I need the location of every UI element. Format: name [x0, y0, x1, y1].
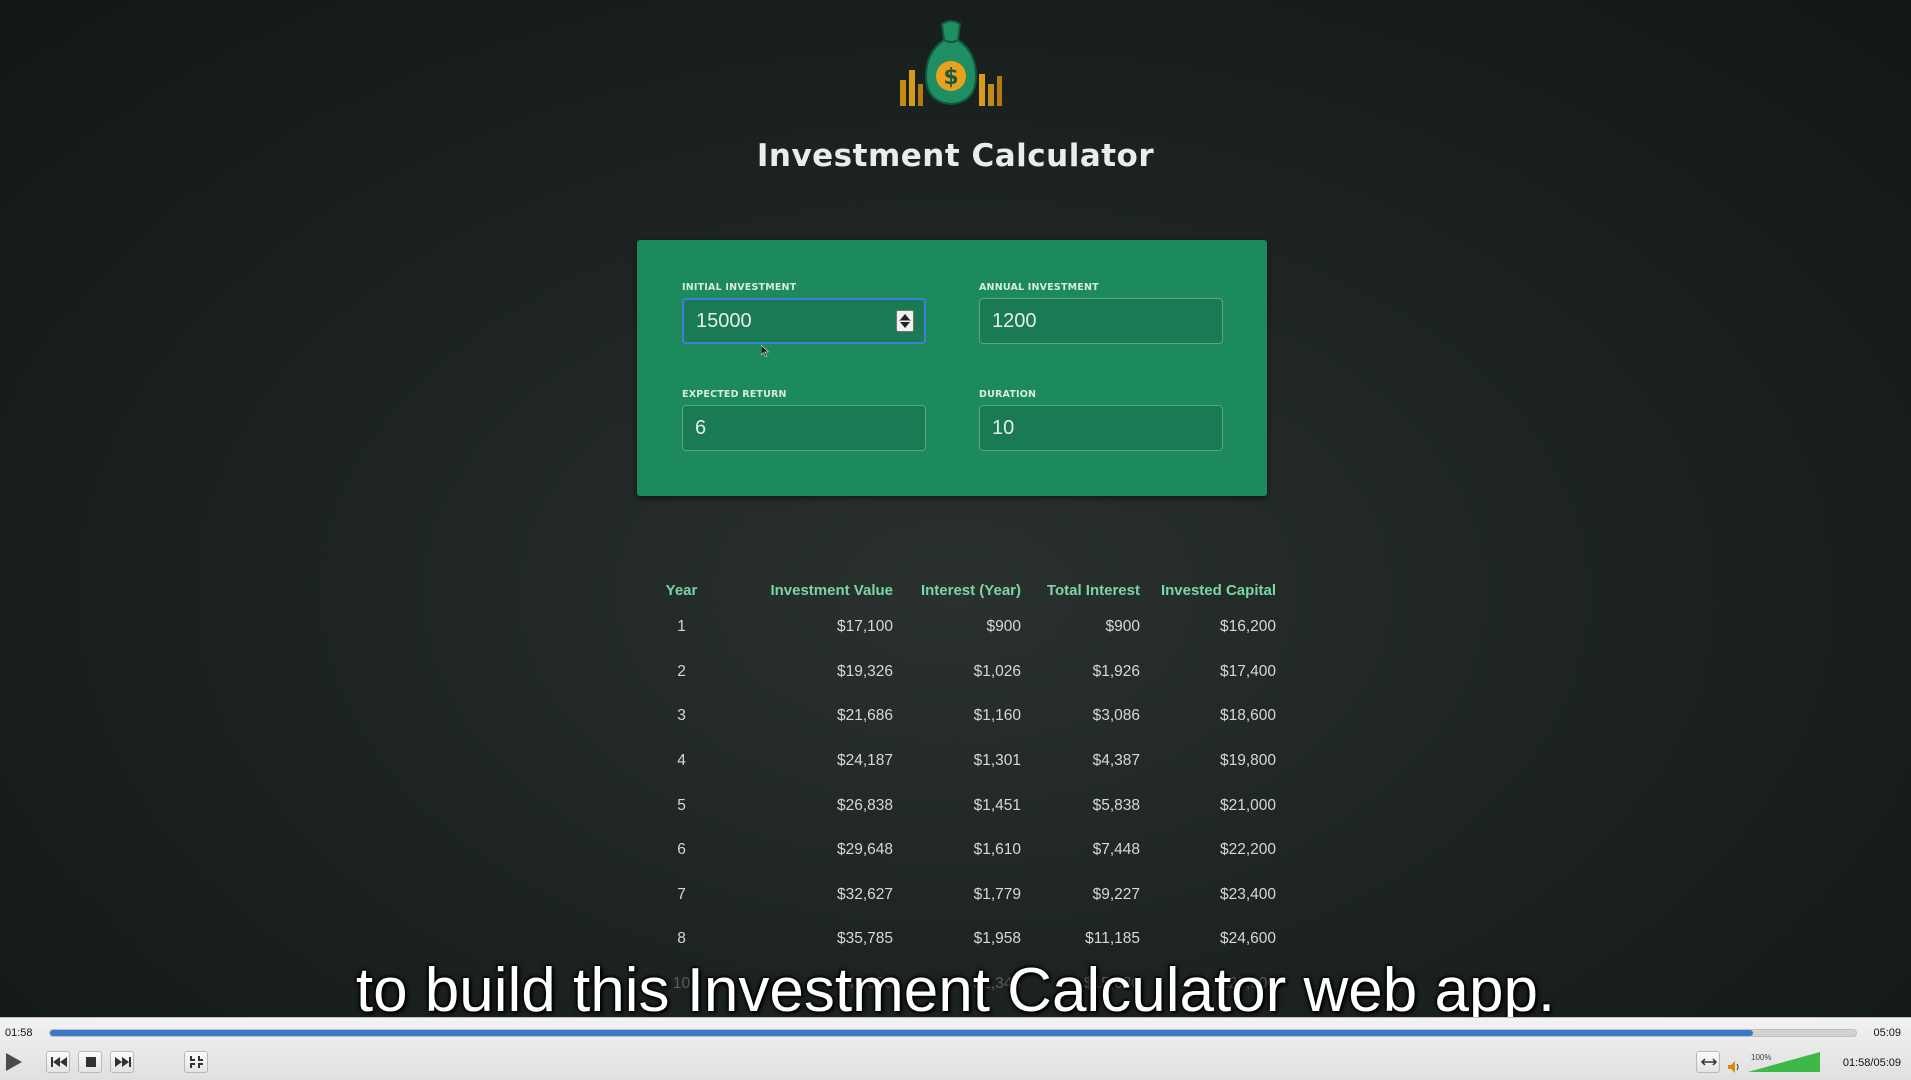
speaker-icon[interactable] [1727, 1060, 1741, 1074]
extended-settings-button[interactable] [1696, 1051, 1720, 1073]
duration-input[interactable] [980, 406, 1222, 450]
volume-label: 100% [1751, 1053, 1772, 1062]
app-root: $ Investment Calculator INITIAL INVESTME… [0, 0, 1911, 1080]
video-subtitle: to build this Investment Calculator web … [355, 956, 1556, 1025]
fullscreen-exit-icon [190, 1056, 203, 1068]
column-header: Invested Capital [1160, 581, 1276, 599]
annual-investment-label: ANNUAL INVESTMENT [979, 282, 1099, 293]
investment-value-cell: $29,648 [836, 841, 893, 859]
interest-year-cell: $900 [986, 618, 1021, 636]
interest-year-cell: $1,301 [973, 752, 1021, 770]
investment-value-cell: $32,627 [836, 885, 893, 903]
mouse-cursor-icon [761, 345, 769, 357]
seek-bar-fill [50, 1030, 1754, 1036]
expected-return-field: EXPECTED RETURN [682, 389, 926, 451]
interest-year-cell: $1,779 [973, 885, 1021, 903]
year-cell: 2 [677, 662, 686, 680]
column-header: Investment Value [770, 581, 893, 599]
total-interest-cell: $9,227 [1092, 885, 1140, 903]
invested-capital-cell: $22,200 [1219, 841, 1276, 859]
time-readout: 01:58/05:09 [1842, 1057, 1901, 1069]
initial-investment-field: INITIAL INVESTMENT [682, 282, 926, 344]
year-cell: 5 [677, 796, 686, 814]
table-header-row: Year Investment Value Interest (Year) To… [660, 575, 1276, 605]
year-cell: 3 [677, 707, 686, 725]
invested-capital-cell: $19,800 [1219, 752, 1276, 770]
table-row: 5 $26,838 $1,451 $5,838 $21,000 [660, 783, 1276, 828]
previous-button[interactable] [46, 1051, 70, 1073]
svg-text:$: $ [943, 65, 958, 90]
investment-value-cell: $21,686 [836, 707, 893, 725]
total-interest-cell: $1,926 [1092, 662, 1140, 680]
interest-year-cell: $1,160 [973, 707, 1021, 725]
column-header: Year [665, 581, 698, 599]
annual-investment-field: ANNUAL INVESTMENT [979, 282, 1223, 344]
play-button[interactable] [0, 1048, 28, 1074]
table-row: 3 $21,686 $1,160 $3,086 $18,600 [660, 694, 1276, 739]
column-header: Total Interest [1046, 581, 1140, 599]
skip-previous-icon [51, 1057, 67, 1067]
expected-return-label: EXPECTED RETURN [682, 389, 787, 400]
invested-capital-cell: $18,600 [1219, 707, 1276, 725]
interest-year-cell: $1,026 [973, 662, 1021, 680]
column-header: Interest (Year) [920, 581, 1021, 599]
stop-icon [86, 1057, 96, 1067]
duration-field: DURATION [979, 389, 1223, 451]
initial-investment-input[interactable] [684, 300, 924, 342]
initial-investment-label: INITIAL INVESTMENT [682, 282, 797, 293]
next-button[interactable] [110, 1051, 134, 1073]
year-cell: 6 [677, 841, 686, 859]
expected-return-input-box [682, 405, 926, 451]
results-table: Year Investment Value Interest (Year) To… [660, 575, 1276, 1006]
money-bag-icon: $ [900, 20, 1002, 106]
annual-investment-input-box [979, 298, 1223, 344]
page-title: Investment Calculator [756, 138, 1155, 174]
table-row: 4 $24,187 $1,301 $4,387 $19,800 [660, 739, 1276, 784]
annual-investment-input[interactable] [980, 299, 1222, 343]
table-row: 2 $19,326 $1,026 $1,926 $17,400 [660, 650, 1276, 695]
invested-capital-cell: $23,400 [1219, 885, 1276, 903]
year-cell: 4 [677, 752, 686, 770]
seek-bar[interactable] [49, 1029, 1857, 1037]
total-interest-cell: $3,086 [1092, 707, 1140, 725]
total-duration: 05:09 [1873, 1027, 1901, 1039]
total-interest-cell: $5,838 [1092, 796, 1140, 814]
initial-investment-input-box [682, 298, 926, 344]
invested-capital-cell: $21,000 [1219, 796, 1276, 814]
elapsed-time: 01:58 [5, 1027, 33, 1039]
investment-value-cell: $17,100 [836, 618, 893, 636]
interest-year-cell: $1,610 [973, 841, 1021, 859]
fullscreen-button[interactable] [184, 1051, 208, 1073]
investment-value-cell: $26,838 [836, 796, 893, 814]
expected-return-input[interactable] [683, 406, 925, 450]
investment-value-cell: $19,326 [836, 662, 893, 680]
total-interest-cell: $7,448 [1092, 841, 1140, 859]
decrement-arrow-icon[interactable] [900, 322, 910, 328]
table-row: 7 $32,627 $1,779 $9,227 $23,400 [660, 873, 1276, 918]
number-spinner[interactable] [896, 310, 914, 332]
play-icon [6, 1053, 22, 1071]
stop-button[interactable] [78, 1051, 102, 1073]
year-cell: 1 [677, 618, 686, 636]
investment-value-cell: $24,187 [836, 752, 893, 770]
interest-year-cell: $1,451 [973, 796, 1021, 814]
table-row: 1 $17,100 $900 $900 $16,200 [660, 605, 1276, 650]
total-interest-cell: $4,387 [1092, 752, 1140, 770]
input-panel: INITIAL INVESTMENT ANNUAL INVESTMENT EXP… [637, 240, 1267, 496]
media-player-controls: 01:58 05:09 [0, 1017, 1911, 1080]
invested-capital-cell: $16,200 [1219, 618, 1276, 636]
extended-settings-icon [1700, 1058, 1718, 1066]
year-cell: 7 [677, 885, 686, 903]
total-interest-cell: $900 [1105, 618, 1140, 636]
invested-capital-cell: $17,400 [1219, 662, 1276, 680]
duration-label: DURATION [979, 389, 1037, 400]
spinner-divider [899, 320, 911, 321]
table-row: 6 $29,648 $1,610 $7,448 $22,200 [660, 828, 1276, 873]
skip-next-icon [115, 1057, 131, 1067]
duration-input-box [979, 405, 1223, 451]
